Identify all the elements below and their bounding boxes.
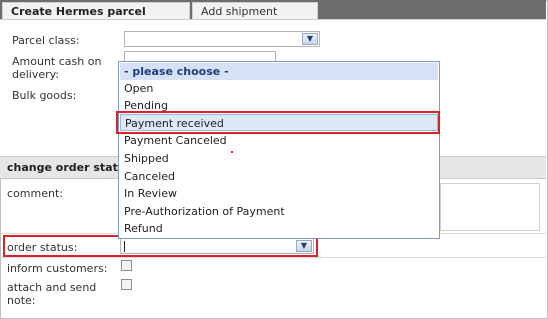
dropdown-option-open[interactable]: Open (120, 80, 438, 97)
dropdown-option-canceled[interactable]: Canceled (120, 168, 438, 185)
inform-customers-checkbox[interactable] (121, 260, 132, 271)
amount-cash-label-line1: Amount cash on (12, 55, 102, 68)
payment-received-highlight (116, 111, 440, 134)
dropdown-option-placeholder[interactable]: - please choose - (120, 63, 438, 80)
inform-customers-label: inform customers: (7, 262, 108, 275)
tab-create-hermes-parcel-order[interactable]: Create Hermes parcel order (2, 2, 190, 35)
parcel-class-select[interactable]: ▼ (124, 31, 320, 47)
bulk-goods-label: Bulk goods: (12, 89, 77, 102)
stray-mark (231, 151, 233, 153)
tab-add-shipment-number[interactable]: Add shipment number (192, 2, 318, 35)
comment-label: comment: (7, 187, 63, 200)
section-title: change order status (7, 161, 133, 174)
attach-note-label-line2: note: (7, 294, 36, 307)
comment-textarea[interactable] (440, 183, 540, 231)
attach-note-label-line1: attach and send (7, 281, 97, 294)
dropdown-option-refund[interactable]: Refund (120, 220, 438, 237)
dropdown-option-payment-canceled[interactable]: Payment Canceled (120, 132, 438, 149)
tab-bar: Create Hermes parcel order Add shipment … (0, 0, 546, 35)
chevron-down-icon[interactable]: ▼ (302, 33, 318, 45)
dropdown-option-shipped[interactable]: Shipped (120, 150, 438, 167)
row-divider (0, 257, 546, 258)
order-status-dropdown-list: - please choose - Open Pending Payment r… (118, 61, 440, 239)
attach-note-checkbox[interactable] (121, 279, 132, 290)
parcel-class-label: Parcel class: (12, 34, 80, 47)
amount-cash-label-line2: delivery: (12, 68, 60, 81)
dropdown-option-in-review[interactable]: In Review (120, 185, 438, 202)
dropdown-option-pre-authorization[interactable]: Pre-Authorization of Payment (120, 203, 438, 220)
